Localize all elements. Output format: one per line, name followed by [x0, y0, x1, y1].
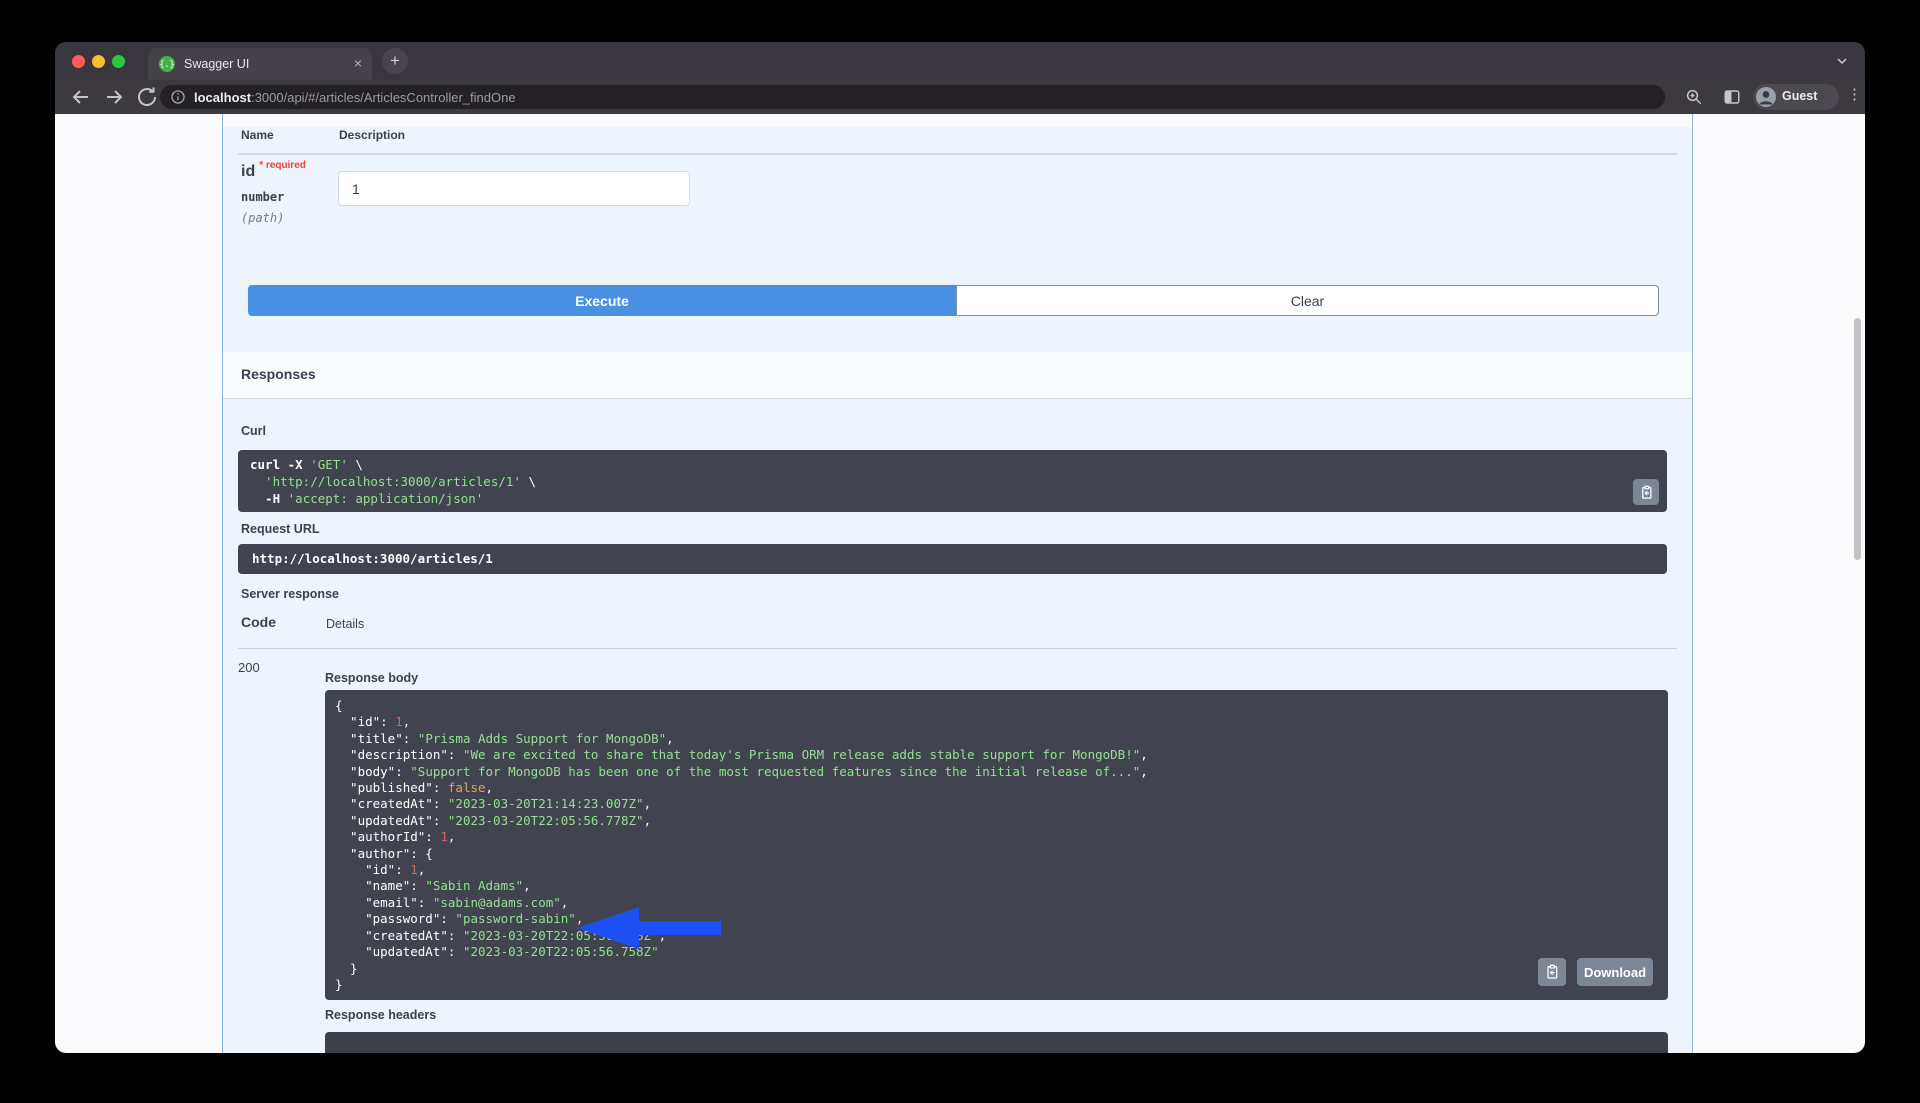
browser-window: {.} Swagger UI × + localhost:3000/api/#/…: [55, 42, 1865, 1053]
page-content: Name Description id* required number (pa…: [55, 114, 1865, 1053]
responses-title: Responses: [241, 366, 316, 382]
copy-response-button[interactable]: [1538, 958, 1566, 986]
new-tab-button[interactable]: +: [382, 48, 408, 74]
tab-search-chevron-icon[interactable]: [1834, 53, 1850, 69]
tab-title: Swagger UI: [184, 57, 249, 71]
browser-menu-icon[interactable]: ⋮: [1847, 85, 1862, 103]
close-window-button[interactable]: [72, 55, 85, 68]
url-path: :3000/api/#/articles/ArticlesController_…: [251, 90, 515, 105]
required-badge: * required: [259, 160, 306, 171]
execute-button[interactable]: Execute: [248, 285, 956, 316]
tab-swagger-ui[interactable]: {.} Swagger UI ×: [148, 48, 372, 80]
maximize-window-button[interactable]: [112, 55, 125, 68]
reload-icon[interactable]: [135, 85, 159, 109]
curl-label: Curl: [241, 424, 266, 438]
status-code: 200: [238, 660, 260, 675]
close-tab-icon[interactable]: ×: [354, 55, 362, 71]
request-url-label: Request URL: [241, 522, 319, 536]
minimize-window-button[interactable]: [92, 55, 105, 68]
details-header: Details: [326, 617, 364, 631]
responses-section-header: Responses: [223, 352, 1692, 399]
curl-code-block[interactable]: curl -X 'GET' \ 'http://localhost:3000/a…: [238, 450, 1667, 512]
parameter-location: (path): [241, 211, 284, 225]
get-operation-block: Name Description id* required number (pa…: [222, 114, 1693, 1053]
response-body-block[interactable]: { "id": 1, "title": "Prisma Adds Support…: [325, 690, 1668, 1000]
clear-button[interactable]: Clear: [956, 285, 1659, 316]
parameter-type: number: [241, 190, 284, 204]
parameters-header-strip: [223, 114, 1692, 127]
copy-curl-button[interactable]: [1633, 479, 1659, 505]
url-text: localhost:3000/api/#/articles/ArticlesCo…: [194, 90, 516, 105]
side-panel-icon[interactable]: [1723, 88, 1747, 112]
profile-label: Guest: [1782, 89, 1817, 103]
server-response-label: Server response: [241, 587, 339, 601]
response-body-label: Response body: [325, 671, 418, 685]
id-parameter-input[interactable]: [338, 171, 690, 206]
address-bar[interactable]: localhost:3000/api/#/articles/ArticlesCo…: [160, 85, 1665, 109]
code-header: Code: [241, 614, 276, 630]
table-divider: [238, 153, 1677, 155]
tab-strip: {.} Swagger UI × +: [55, 42, 1865, 80]
server-response-divider: [238, 648, 1677, 649]
parameter-name: id* required: [241, 160, 306, 181]
profile-button[interactable]: Guest: [1753, 84, 1839, 110]
back-icon[interactable]: [69, 85, 93, 109]
column-header-name: Name: [241, 128, 274, 142]
scrollbar-thumb[interactable]: [1854, 318, 1861, 560]
avatar: [1756, 87, 1776, 107]
svg-text:{.}: {.}: [159, 60, 174, 70]
download-button[interactable]: Download: [1577, 958, 1653, 986]
column-header-description: Description: [339, 128, 405, 142]
url-host: localhost: [194, 90, 251, 105]
forward-icon[interactable]: [102, 85, 126, 109]
request-url-block: http://localhost:3000/articles/1: [238, 544, 1667, 574]
swagger-favicon-icon: {.}: [159, 56, 175, 72]
annotation-arrow-icon: [575, 906, 721, 950]
response-headers-block: [325, 1032, 1668, 1053]
response-headers-label: Response headers: [325, 1008, 436, 1022]
browser-toolbar: localhost:3000/api/#/articles/ArticlesCo…: [55, 80, 1865, 114]
zoom-page-icon[interactable]: [1685, 88, 1709, 112]
site-info-icon[interactable]: [170, 89, 186, 105]
